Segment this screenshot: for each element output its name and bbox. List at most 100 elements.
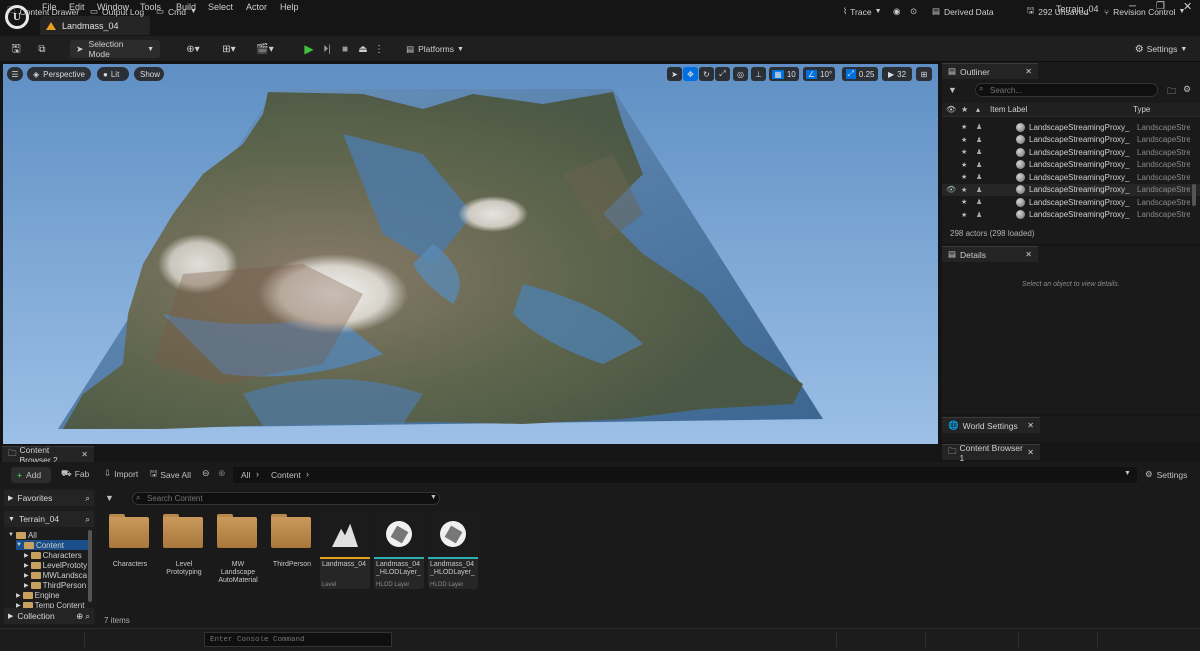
pin-icon[interactable]: ♟ [976, 173, 982, 181]
forward-icon[interactable]: ⊕ [218, 468, 226, 479]
item-label-column[interactable]: Item Label [990, 105, 1027, 114]
blueprint-icon[interactable]: ⊞▾ [217, 40, 241, 58]
content-browser-2-tab[interactable]: 🗀 Content Browser 2 ✕ [2, 445, 94, 465]
play-icon[interactable]: ▶ [302, 40, 316, 58]
star-column-icon[interactable]: ★ [961, 105, 968, 114]
visibility-column-icon[interactable]: 👁 [946, 105, 956, 114]
outliner-row[interactable]: ★ ♟ LandscapeStreamingProxy_ LandscapeStre [942, 209, 1200, 221]
add-circle-icon[interactable]: ⊕ [76, 611, 83, 622]
tree-item[interactable]: ▶ Engine [16, 590, 60, 600]
select-mode-icon[interactable]: ➤ [667, 67, 682, 81]
chevron-down-icon[interactable]: ▼ [1124, 470, 1131, 477]
outliner-tab[interactable]: ▤ Outliner ✕ [942, 63, 1038, 79]
unsaved-button[interactable]: 🖫 292 Unsaved [1027, 4, 1088, 19]
folder-asset[interactable]: Characters [104, 511, 154, 589]
eye-icon[interactable]: 👁 [946, 185, 956, 194]
revision-control-button[interactable]: ⑂ Revision Control ▼ [1104, 4, 1185, 19]
save-all-button[interactable]: 🖫 Save All [150, 468, 191, 482]
tree-item[interactable]: ▼ All [8, 530, 37, 540]
add-button[interactable]: + Add [11, 467, 51, 483]
filter-icon[interactable]: ▼ [105, 493, 114, 503]
hlod-layer-asset[interactable]: Landmass_04 _HLODLayer_ HLOD Layer [428, 511, 478, 589]
show-button[interactable]: Show [134, 67, 164, 81]
star-icon[interactable]: ★ [961, 136, 967, 144]
translate-icon[interactable]: ✥ [683, 67, 698, 81]
close-icon[interactable]: ✕ [1025, 67, 1032, 76]
search-icon[interactable]: ⌕ [85, 493, 90, 504]
derived-data-button[interactable]: ▤ Derived Data [932, 4, 994, 19]
chevron-down-icon[interactable]: ▼ [430, 494, 437, 501]
chevron-right-icon[interactable]: ▶ [24, 582, 29, 589]
world-local-icon[interactable]: ◎ [733, 67, 748, 81]
star-icon[interactable]: ★ [961, 161, 967, 169]
pin-icon[interactable]: ♟ [976, 211, 982, 219]
rotation-snap-button[interactable]: ∠ 10° [803, 67, 835, 81]
menu-help[interactable]: Help [280, 2, 299, 12]
add-folder-icon[interactable]: 🗀 [1167, 84, 1176, 100]
tree-item[interactable]: ▶ ThirdPerson [24, 580, 86, 590]
pin-icon[interactable]: ♟ [976, 198, 982, 206]
step-icon[interactable]: ⏵| [320, 40, 334, 58]
outliner-row[interactable]: ★ ♟ LandscapeStreamingProxy_ LandscapeStre [942, 146, 1200, 158]
camera-record-icon[interactable]: ⊙ [910, 4, 917, 19]
outliner-row[interactable]: 👁 ★ ♟ LandscapeStreamingProxy_ LandscapeStre [942, 183, 1200, 196]
trace-dropdown[interactable]: ⌇ Trace ▼ [843, 4, 882, 19]
menu-select[interactable]: Select [208, 2, 233, 12]
outliner-row[interactable]: ★ ♟ LandscapeStreamingProxy_ LandscapeStre [942, 171, 1200, 183]
star-icon[interactable]: ★ [961, 186, 967, 194]
search-icon[interactable]: ⌕ [85, 611, 90, 622]
save-icon[interactable]: 🖫 [8, 40, 24, 58]
star-icon[interactable]: ★ [961, 148, 967, 156]
collection-header[interactable]: ▶ Collection ⊕ ⌕ [4, 608, 94, 624]
hamburger-menu-icon[interactable]: ☰ [7, 67, 23, 81]
pin-icon[interactable]: ♟ [976, 148, 982, 156]
platforms-dropdown[interactable]: ▤ Platforms ▼ [403, 40, 467, 58]
details-tab[interactable]: ▤ Details ✕ [942, 246, 1038, 262]
pin-icon[interactable]: ♟ [976, 186, 982, 194]
chevron-right-icon[interactable]: ▶ [24, 552, 29, 559]
outliner-row[interactable]: ★ ♟ LandscapeStreamingProxy_ LandscapeStre [942, 159, 1200, 171]
tree-item[interactable]: ▶ LevelPrototy [24, 560, 87, 570]
tree-item[interactable]: ▶ Characters [24, 550, 82, 560]
content-browser-1-tab[interactable]: 🗀 Content Browser 1 ✕ [942, 443, 1040, 463]
record-icon[interactable]: ◉ [893, 4, 900, 19]
cinematics-icon[interactable]: 🎬▾ [253, 40, 277, 58]
rotate-icon[interactable]: ↻ [699, 67, 714, 81]
close-icon[interactable]: ✕ [81, 450, 88, 459]
grid-snap-button[interactable]: ▦ 10 [769, 67, 799, 81]
chevron-right-icon[interactable]: ▶ [24, 562, 29, 569]
close-icon[interactable]: ✕ [1025, 250, 1032, 259]
tree-item[interactable]: ▶ MWLandsca [24, 570, 87, 580]
output-log-button[interactable]: ▭ Output Log [90, 4, 144, 19]
console-input[interactable] [204, 632, 392, 647]
selection-mode-dropdown[interactable]: ➤ Selection Mode ▼ [70, 39, 160, 59]
add-actor-icon[interactable]: ⊕▾ [182, 40, 204, 58]
pin-icon[interactable]: ♟ [976, 161, 982, 169]
content-search-input[interactable] [132, 492, 440, 505]
toolbar-settings-button[interactable]: ⚙ Settings ▼ [1130, 40, 1192, 58]
tree-item[interactable]: ▼ Content [16, 540, 88, 550]
world-settings-tab[interactable]: 🌐 World Settings ✕ [942, 417, 1040, 433]
outliner-row[interactable]: ★ ♟ LandscapeStreamingProxy_ LandscapeStre [942, 121, 1200, 133]
hlod-layer-asset[interactable]: Landmass_04 _HLODLayer_ HLOD Layer [374, 511, 424, 589]
search-icon[interactable]: ⌕ [85, 514, 90, 525]
lit-button[interactable]: ● Lit [97, 67, 129, 81]
star-icon[interactable]: ★ [961, 123, 967, 131]
tree-scrollbar[interactable] [88, 530, 92, 602]
cmd-dropdown[interactable]: ▭ Cmd ▼ [156, 4, 197, 19]
path-content[interactable]: Content [271, 470, 301, 480]
level-asset[interactable]: Landmass_04 Level [320, 511, 370, 589]
folder-asset[interactable]: ThirdPerson [266, 511, 316, 589]
close-icon[interactable]: ✕ [1027, 448, 1034, 457]
outliner-row[interactable]: ★ ♟ LandscapeStreamingProxy_ LandscapeStre [942, 196, 1200, 208]
favorites-header[interactable]: ▶ Favorites ⌕ [4, 490, 94, 506]
outliner-scrollbar[interactable] [1192, 184, 1196, 206]
star-icon[interactable]: ★ [961, 198, 967, 206]
fab-button[interactable]: ⛟ Fab [61, 468, 89, 480]
level-viewport[interactable]: ☰ ◈ Perspective ● Lit Show ➤ ✥ ↻ ⤢ ◎ ⊥ ▦… [3, 64, 938, 444]
eject-icon[interactable]: ⏏ [356, 40, 370, 58]
chevron-right-icon[interactable]: ▶ [24, 572, 29, 579]
menu-actor[interactable]: Actor [246, 2, 267, 12]
star-icon[interactable]: ★ [961, 211, 967, 219]
close-icon[interactable]: ✕ [1027, 421, 1034, 430]
